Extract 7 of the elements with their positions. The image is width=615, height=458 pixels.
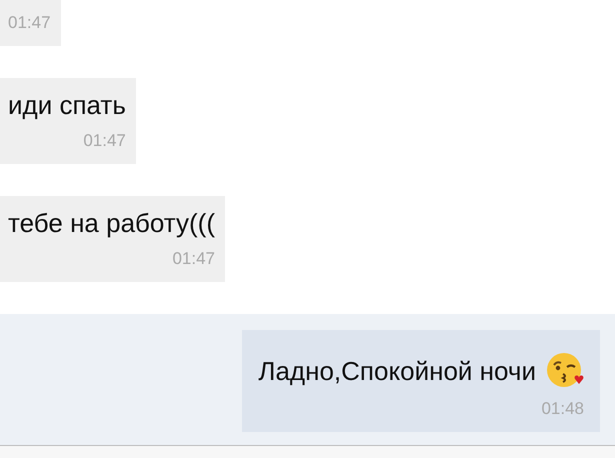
message-time: 01:47 xyxy=(172,248,215,270)
message-time: 01:47 xyxy=(83,130,126,152)
message-text: иди спать xyxy=(8,89,126,122)
message-time: 01:47 xyxy=(8,12,51,34)
message-text: Ладно,Спокойной ночи xyxy=(258,355,536,388)
message-text: тебе на работу((( xyxy=(8,207,215,240)
message-time: 01:48 xyxy=(541,398,584,420)
